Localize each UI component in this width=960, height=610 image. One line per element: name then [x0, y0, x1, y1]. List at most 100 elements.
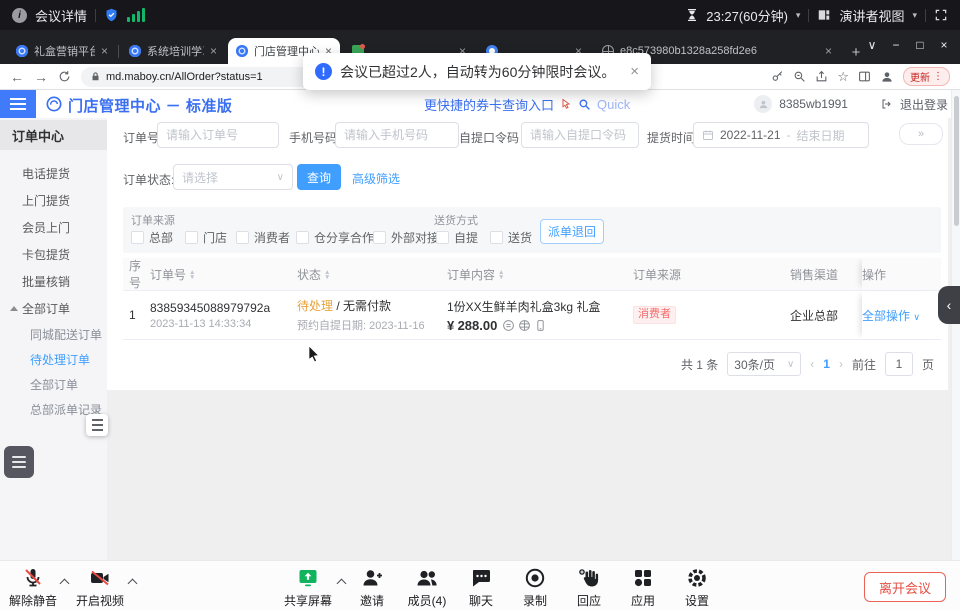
sidebar-item-all-orders-group[interactable]: 全部订单 [0, 295, 107, 322]
sidebar-subitem-pending-orders[interactable]: 待处理订单 [0, 347, 107, 372]
sidebar-collapse-handle[interactable] [86, 414, 108, 436]
logout-icon[interactable] [881, 98, 893, 110]
receipt-circle-icon[interactable] [502, 319, 515, 332]
checkbox-icon[interactable] [436, 231, 449, 244]
zoom-icon[interactable] [793, 70, 806, 83]
tab-close-icon[interactable]: × [101, 44, 108, 58]
sidebar-subitem-all-orders[interactable]: 全部订单 [0, 372, 107, 397]
start-video-button[interactable]: 开启视频 [71, 566, 129, 609]
checkbox-delivery-selfpickup[interactable]: 自提 [436, 229, 478, 246]
checkbox-source-external[interactable]: 外部对接 [373, 229, 439, 246]
search-icon[interactable] [578, 98, 591, 111]
browser-tab-2[interactable]: 系统培训学习 × [121, 38, 225, 64]
order-status-select[interactable]: 请选择 ∨ [173, 164, 293, 190]
quick-label[interactable]: Quick [597, 97, 630, 112]
refresh-icon[interactable] [58, 70, 71, 83]
side-panel-icon[interactable] [858, 70, 871, 83]
view-mode-label[interactable]: 演讲者视图 [839, 6, 904, 25]
security-shield-icon[interactable] [104, 7, 119, 23]
goto-page-input[interactable] [885, 352, 913, 376]
members-icon [414, 566, 440, 590]
meeting-details-label[interactable]: 会议详情 [35, 6, 87, 25]
sort-icon[interactable]: ▲▼ [189, 270, 195, 281]
members-button[interactable]: 成员(4) [398, 566, 456, 609]
tab-search-icon[interactable]: ∨ [860, 38, 884, 52]
checkbox-source-consumer[interactable]: 消费者 [236, 229, 290, 246]
password-key-icon[interactable] [771, 70, 784, 83]
layout-view-icon[interactable] [817, 8, 831, 22]
checkbox-icon[interactable] [296, 231, 309, 244]
sidebar-item-cardpack-pickup[interactable]: 卡包提货 [0, 241, 107, 268]
share-screen-button[interactable]: 共享屏幕 [279, 566, 337, 609]
dispatch-return-button[interactable]: 派单退回 [540, 219, 604, 244]
phone-input[interactable] [335, 122, 459, 148]
checkbox-source-store[interactable]: 门店 [185, 229, 227, 246]
current-page[interactable]: 1 [823, 357, 830, 371]
sidebar-item-phone-pickup[interactable]: 电话提货 [0, 160, 107, 187]
window-minimize-button[interactable]: − [884, 38, 908, 52]
avatar[interactable] [754, 95, 772, 113]
browser-tab-1[interactable]: 礼盒营销平台管理中心 × [8, 38, 116, 64]
advanced-filter-link[interactable]: 高级筛选 [352, 170, 400, 187]
collapse-filters-button[interactable]: » [899, 123, 943, 145]
checkbox-icon[interactable] [373, 231, 386, 244]
view-caret-down-icon[interactable]: ▾ [912, 10, 917, 21]
checkbox-delivery-deliver[interactable]: 送货 [490, 229, 532, 246]
sort-icon[interactable]: ▲▼ [498, 270, 504, 281]
timer-caret-down-icon[interactable]: ▾ [796, 10, 801, 21]
page-scrollbar[interactable] [951, 90, 960, 560]
network-signal-icon[interactable] [127, 8, 145, 22]
back-icon[interactable]: ← [10, 70, 24, 84]
sidebar-item-batch-verify[interactable]: 批量核销 [0, 268, 107, 295]
window-maximize-button[interactable]: □ [908, 38, 932, 52]
scrollbar-thumb[interactable] [954, 96, 959, 226]
prev-page-icon[interactable]: ‹ [810, 357, 814, 371]
settings-button[interactable]: 设置 [668, 566, 726, 609]
coupon-query-link[interactable]: 更快捷的券卡查询入口 [424, 95, 554, 114]
record-button[interactable]: 录制 [506, 566, 564, 609]
checkbox-icon[interactable] [131, 231, 144, 244]
chat-button[interactable]: 聊天 [452, 566, 510, 609]
side-panel-handle[interactable]: ‹ [938, 286, 960, 324]
window-close-button[interactable]: × [932, 38, 956, 52]
globe-circle-icon[interactable] [518, 319, 531, 332]
page-size-select[interactable]: 30条/页∨ [727, 352, 801, 376]
checkbox-source-hq[interactable]: 总部 [131, 229, 173, 246]
order-content-text: 1份XX生鲜羊肉礼盒3kg 礼盒 [447, 298, 633, 315]
meeting-info-icon[interactable]: i [12, 8, 27, 23]
hamburger-menu-icon[interactable] [0, 90, 36, 118]
phone-icon[interactable] [534, 319, 547, 332]
notice-close-icon[interactable]: × [630, 63, 639, 80]
apps-button[interactable]: 应用 [614, 566, 672, 609]
tab-close-icon[interactable]: × [825, 44, 832, 58]
invite-button[interactable]: 邀请 [343, 566, 401, 609]
profile-icon[interactable] [880, 70, 894, 84]
leave-meeting-button[interactable]: 离开会议 [864, 572, 946, 602]
sort-icon[interactable]: ▲▼ [324, 270, 330, 281]
unmute-button[interactable]: 解除静音 [4, 566, 62, 609]
share-icon[interactable] [815, 70, 828, 83]
checkbox-source-warehouse-share[interactable]: 仓分享合作 [296, 229, 374, 246]
checkbox-icon[interactable] [236, 231, 249, 244]
sidebar-item-member-visit[interactable]: 会员上门 [0, 214, 107, 241]
bookmark-star-icon[interactable]: ☆ [837, 69, 849, 85]
sidebar-item-door-pickup[interactable]: 上门提货 [0, 187, 107, 214]
video-options-caret-icon[interactable] [128, 579, 138, 589]
pickup-code-input[interactable] [521, 122, 639, 148]
all-actions-dropdown[interactable]: 全部操作 ∨ [862, 307, 920, 324]
order-no-input[interactable] [157, 122, 279, 148]
chrome-update-button[interactable]: 更新 ⋮ [903, 67, 950, 86]
docked-panel-toggle[interactable] [4, 446, 34, 478]
sidebar-subitem-city-delivery[interactable]: 同城配送订单 [0, 322, 107, 347]
next-page-icon[interactable]: › [839, 357, 843, 371]
search-button[interactable]: 查询 [297, 164, 341, 190]
date-range-picker[interactable]: 2022-11-21 - 结束日期 [693, 122, 869, 148]
reactions-button[interactable]: 回应 [560, 566, 618, 609]
checkbox-icon[interactable] [185, 231, 198, 244]
forward-icon[interactable]: → [34, 70, 48, 84]
more-menu-icon[interactable]: ⋮ [933, 71, 943, 82]
logout-label[interactable]: 退出登录 [900, 96, 948, 113]
fullscreen-icon[interactable] [934, 8, 948, 22]
tab-close-icon[interactable]: × [210, 44, 217, 58]
checkbox-icon[interactable] [490, 231, 503, 244]
